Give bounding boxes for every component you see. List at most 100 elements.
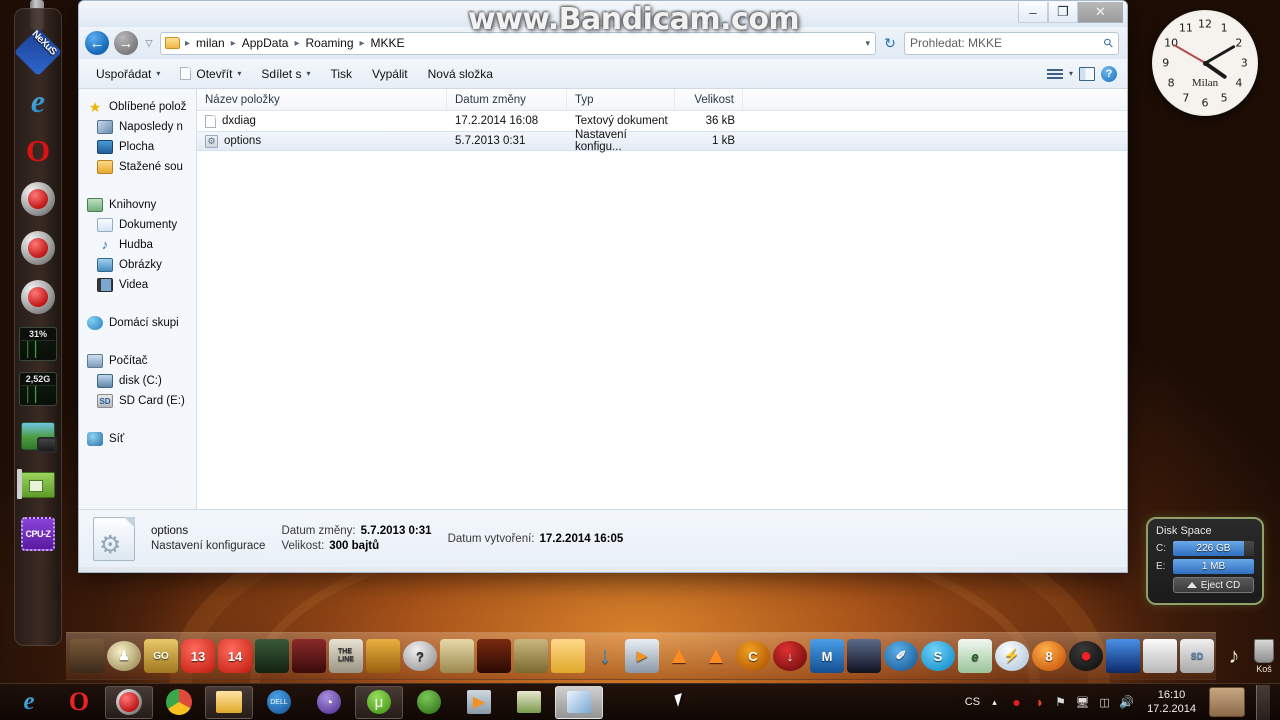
network-icon[interactable]: 🖥 [1075,695,1090,710]
column-header-size[interactable]: Velikost [675,89,743,110]
ram-meter-gadget[interactable]: 2,52G [19,372,57,406]
windows-explorer-window[interactable]: – ❐ ✕ ← → ▽ ▸ milan ▸ AppData ▸ Roaming … [78,0,1128,573]
disk-space-gadget[interactable]: Disk Space C: 226 GB E: 1 MB Eject CD [1146,517,1264,605]
sidebar-item-network[interactable]: Síť [79,429,196,449]
breadcrumb-item-3[interactable]: MKKE [368,35,408,51]
record-icon[interactable]: ● [1009,694,1024,710]
malwarebytes-icon[interactable]: M [810,639,844,673]
taskbar-opera[interactable]: O [55,686,103,719]
chevron-down-icon[interactable]: ▾ [865,38,870,49]
file-list-pane[interactable]: Název položky Datum změny Typ Velikost d… [197,89,1127,509]
taskbar-chrome[interactable] [155,686,203,719]
show-hidden-icons-button[interactable]: ▴ [987,695,1002,710]
folder-icon[interactable] [551,639,585,673]
mediaget-icon[interactable]: ↓ [773,641,807,671]
counter-strike-icon[interactable]: ♟ [107,641,141,671]
opera-icon[interactable]: O [19,131,57,169]
table-row[interactable]: dxdiag 17.2.2014 16:08 Textový dokument … [197,111,1127,131]
game-icon-7[interactable] [292,639,326,673]
sidebar-item-desktop[interactable]: Plocha [79,137,196,157]
forward-button[interactable]: → [114,31,138,55]
usb-icon[interactable] [1143,639,1177,673]
navigation-pane[interactable]: ★ Oblíbené polož Naposledy n Plocha Staž… [79,89,197,509]
game-icon-12[interactable] [477,639,511,673]
monitor-icon[interactable] [1106,639,1140,673]
screenshot-camera-icon[interactable] [19,417,57,455]
system-tray[interactable]: CS ▴ ● ◑ ⚑ 🖥 ◫ 🔊 16:10 17.2.2014 [965,684,1276,720]
table-row[interactable]: options 5.7.2013 0:31 Nastavení konfigu.… [197,129,1127,153]
game-icon-9[interactable] [366,639,400,673]
change-view-icon[interactable] [1046,68,1063,79]
open-button[interactable]: Otevřít ▾ [171,63,250,85]
sidebar-item-sd-card-e[interactable]: SD SD Card (E:) [79,391,196,411]
recent-pages-dropdown[interactable]: ▽ [143,31,155,55]
download-arrow-icon[interactable]: ↓ [588,639,622,673]
taskbar-internet-explorer[interactable]: e [5,686,53,719]
chevron-down-icon[interactable]: ▾ [1069,69,1073,78]
column-header-date[interactable]: Datum změny [447,89,567,110]
taskbar-windows-media-player[interactable]: ▶ [455,686,503,719]
teamspeak-icon[interactable]: ✐ [884,641,918,671]
firefox-icon[interactable]: 8 [1032,641,1066,671]
csgo-icon[interactable]: GO [144,639,178,673]
evernote-icon[interactable]: e [958,639,992,673]
breadcrumb-item-2[interactable]: Roaming [302,35,356,51]
fifa-13-icon[interactable]: 13 [181,639,215,673]
avant-browser-icon[interactable] [19,180,57,218]
avant-browser-icon-3[interactable] [19,278,57,316]
nexus-logo-icon[interactable]: NeXuS [13,27,63,77]
taskbar-bittorrent[interactable]: ◔ [305,686,353,719]
file-name-cell[interactable]: options [197,134,447,148]
breadcrumb-item-0[interactable]: milan [193,35,228,51]
volume-icon[interactable]: 🔊 [1119,695,1134,710]
internet-explorer-icon[interactable]: e [19,82,57,120]
fifa-14-icon[interactable]: 14 [218,639,252,673]
burn-button[interactable]: Vypálit [363,63,417,85]
sd-card-icon[interactable]: SD [1180,639,1214,673]
object-dock[interactable]: ♟ GO 13 14 THE LINE ? ↓ ▶ ▲ ▲ C ↓ M ✐ S e… [66,632,1274,680]
taskbar-windows-explorer[interactable] [205,685,253,719]
print-button[interactable]: Tisk [321,63,361,85]
game-icon-10[interactable]: ? [403,641,437,671]
sidebar-item-recent-places[interactable]: Naposledy n [79,117,196,137]
file-name-cell[interactable]: dxdiag [197,114,447,128]
spec-ops-the-line-icon[interactable]: THE LINE [329,639,363,673]
sidebar-item-homegroup[interactable]: Domácí skupi [79,313,196,333]
mafia-game-icon[interactable] [70,639,104,673]
column-header-name[interactable]: Název položky [197,89,447,110]
taskbar-active-window[interactable] [555,685,603,719]
nexus-dock[interactable]: NeXuS e O 31% 2,52G CPU-Z [13,8,63,646]
game-icon-13[interactable] [514,639,548,673]
share-with-button[interactable]: Sdílet s ▾ [252,63,319,85]
bandicam-icon[interactable]: ◑ [1031,694,1046,710]
refresh-icon[interactable]: ↻ [881,35,899,52]
taskbar-utorrent[interactable]: μ [355,685,403,719]
taskbar[interactable]: e O DELL ◔ μ ▶ CS ▴ ● ◑ ⚑ 🖥 ◫ 🔊 16:10 17… [0,683,1280,720]
taskbar-app-9[interactable] [405,686,453,719]
recycle-bin-icon[interactable]: Koš [1254,638,1274,674]
explorer-toolbar[interactable]: Uspořádat ▾ Otevřít ▾ Sdílet s ▾ Tisk Vy… [79,59,1127,89]
preview-pane-icon[interactable] [1079,66,1095,81]
eject-cd-button[interactable]: Eject CD [1173,577,1254,593]
vlc-icon[interactable]: ▲ [662,639,696,673]
taskbar-clock[interactable]: 16:10 17.2.2014 [1141,688,1202,716]
sidebar-item-downloads[interactable]: Stažené sou [79,157,196,177]
back-button[interactable]: ← [85,31,109,55]
clock-gadget[interactable]: 12 1 2 3 4 5 6 7 8 9 10 11 Milan [1152,10,1258,116]
sidebar-item-pictures[interactable]: Obrázky [79,255,196,275]
taskbar-resource-monitor[interactable] [505,686,553,719]
sidebar-item-computer[interactable]: Počítač [79,351,196,371]
show-desktop-button[interactable] [1256,684,1270,720]
music-note-icon[interactable]: ♪ [1217,639,1251,673]
organize-button[interactable]: Uspořádat ▾ [87,63,169,85]
cpuz-icon[interactable]: CPU-Z [19,515,57,553]
breadcrumb-item-1[interactable]: AppData [239,35,292,51]
cpu-meter-gadget[interactable]: 31% [19,327,57,361]
sidebar-item-libraries[interactable]: Knihovny [79,195,196,215]
sidebar-item-disk-c[interactable]: disk (C:) [79,371,196,391]
column-header-type[interactable]: Typ [567,89,675,110]
taskbar-avant-browser[interactable] [105,685,153,719]
search-input[interactable]: Prohledat: MKKE ⚲ [904,31,1119,55]
ccleaner-icon[interactable]: C [736,641,770,671]
sidebar-item-documents[interactable]: Dokumenty [79,215,196,235]
